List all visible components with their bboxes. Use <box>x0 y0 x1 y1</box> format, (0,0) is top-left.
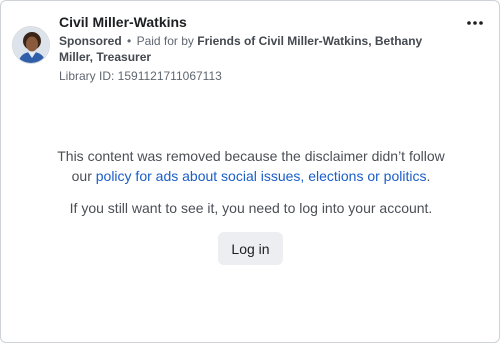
policy-link[interactable]: policy for ads about social issues, elec… <box>96 168 427 184</box>
advertiser-avatar[interactable] <box>12 26 50 64</box>
removed-text-line-1: This content was removed because the dis… <box>57 148 445 164</box>
more-options-button[interactable] <box>462 12 488 34</box>
sponsor-disclaimer: Sponsored • Paid for by Friends of Civil… <box>59 33 424 65</box>
advertiser-name[interactable]: Civil Miller-Watkins <box>59 12 424 32</box>
library-id: Library ID: 1591121711067113 <box>59 69 222 83</box>
login-prompt: If you still want to see it, you need to… <box>69 200 433 216</box>
ad-header: Civil Miller-Watkins Sponsored • Paid fo… <box>12 12 488 84</box>
login-button[interactable]: Log in <box>218 232 283 265</box>
separator-dot: • <box>127 34 132 48</box>
removed-notice: This content was removed because the dis… <box>1 146 500 186</box>
removed-text-our: our <box>71 168 96 184</box>
profile-photo-icon <box>13 27 49 63</box>
paid-for-prefix: Paid for by <box>136 34 194 48</box>
sponsored-label: Sponsored <box>59 34 122 48</box>
removed-text-end: . <box>426 168 431 184</box>
removed-text-line-2: our policy for ads about social issues, … <box>1 166 500 186</box>
ad-card: Civil Miller-Watkins Sponsored • Paid fo… <box>0 0 500 343</box>
ad-meta: Civil Miller-Watkins Sponsored • Paid fo… <box>59 12 424 84</box>
more-horizontal-icon <box>467 21 483 25</box>
